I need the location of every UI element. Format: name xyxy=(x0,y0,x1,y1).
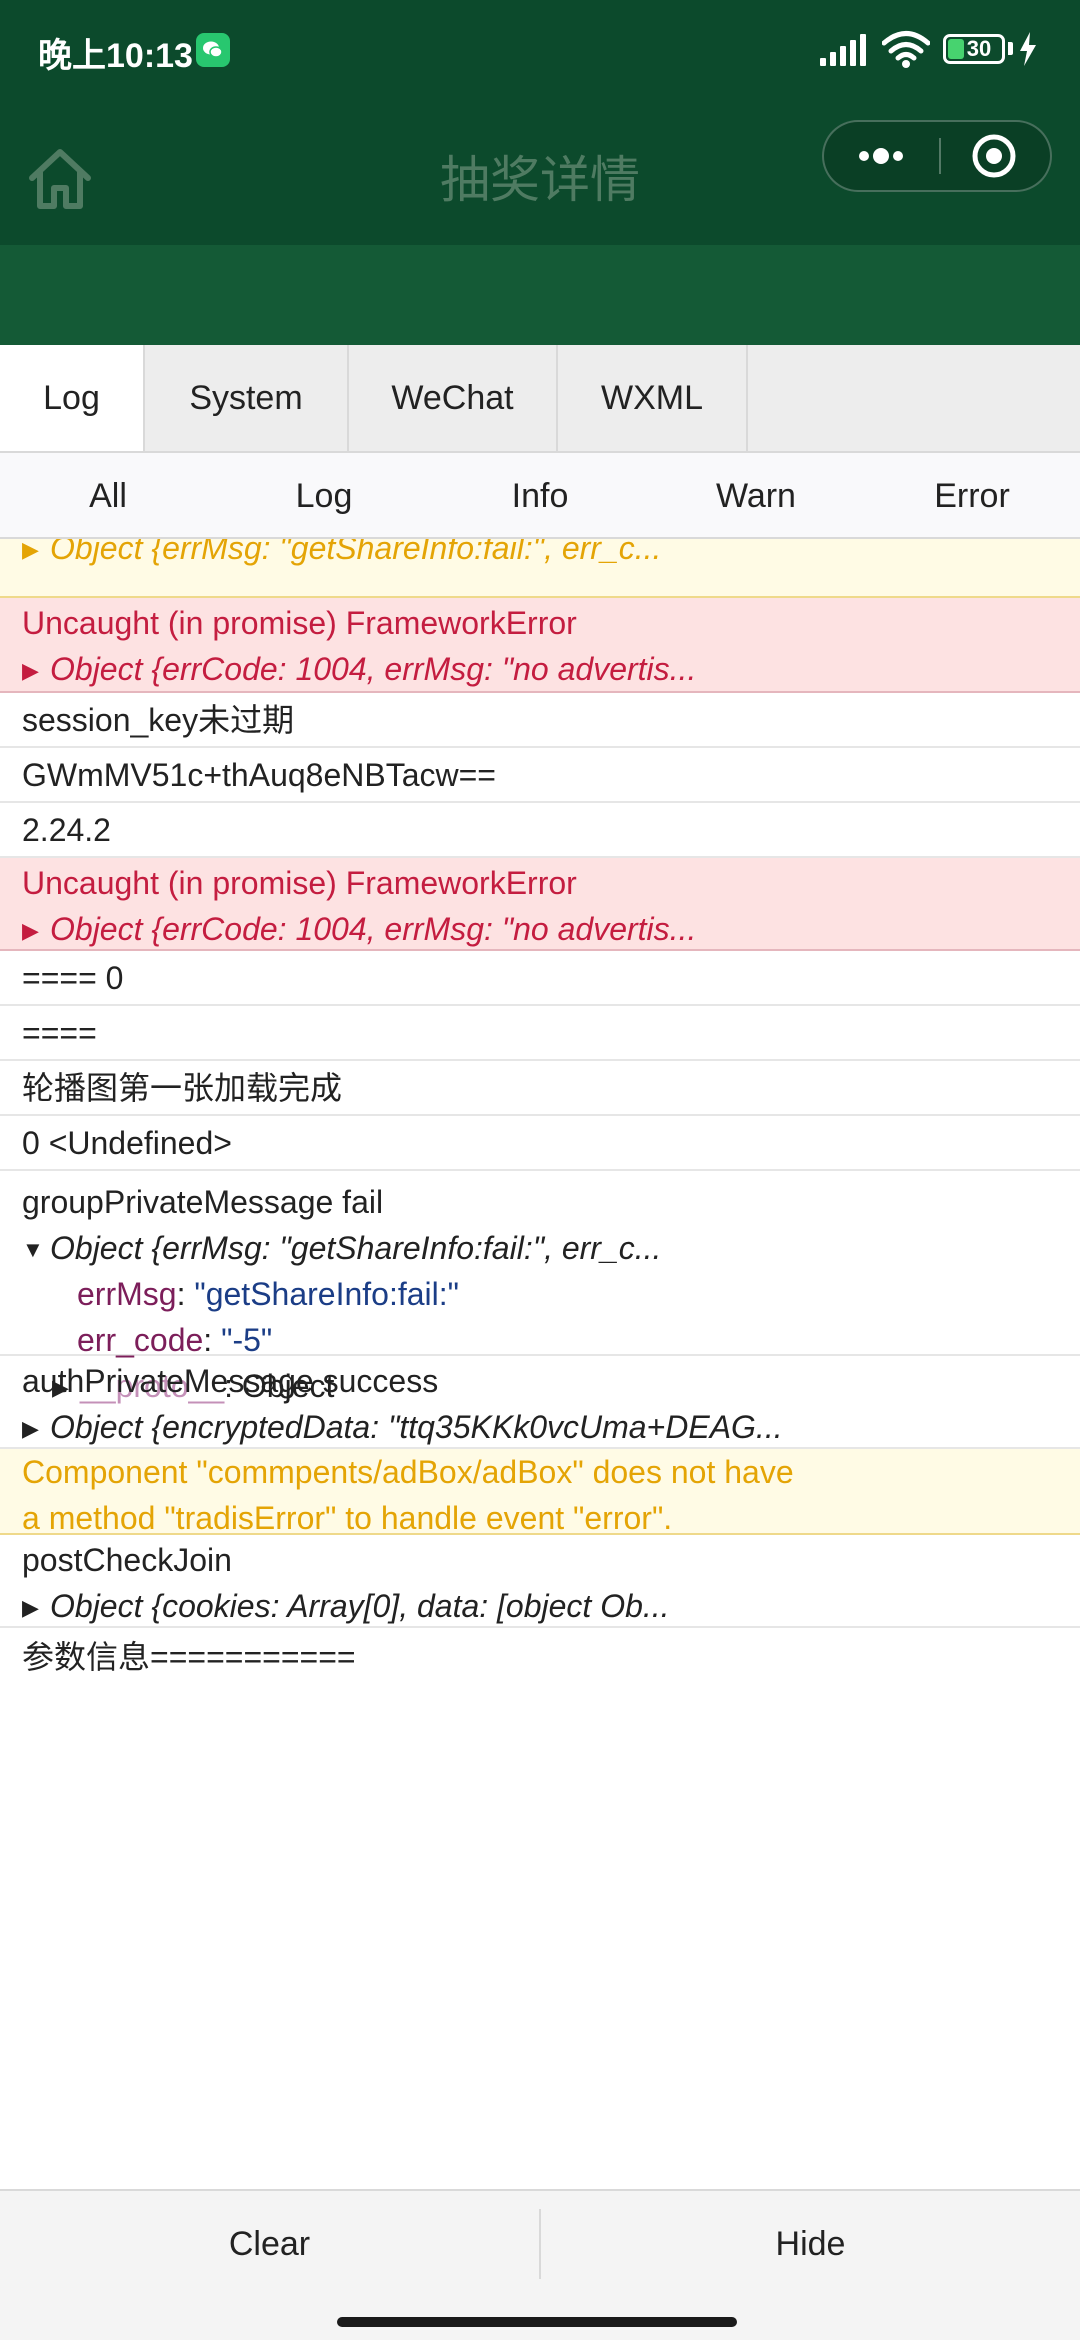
wechat-notification-icon xyxy=(196,33,230,67)
object-property: errMsg: "getShareInfo:fail:" xyxy=(77,1276,459,1312)
charging-bolt-icon xyxy=(1020,32,1036,66)
log-message: Uncaught (in promise) FrameworkError xyxy=(22,605,577,641)
hide-button[interactable]: Hide xyxy=(541,2191,1080,2297)
log-row-warn[interactable]: Component "commpents/adBox/adBox" does n… xyxy=(0,1449,1080,1536)
log-message: ==== xyxy=(22,1015,97,1051)
vconsole-tab-bar: Log System WeChat WXML xyxy=(0,345,1080,453)
battery-level-text: 30 xyxy=(966,36,992,61)
expand-triangle-icon: ▶ xyxy=(22,918,39,943)
cellular-signal-icon xyxy=(820,34,866,66)
log-row[interactable]: 2.24.2 xyxy=(0,803,1080,858)
tab-system[interactable]: System xyxy=(145,345,349,451)
log-message: authPrivateMessage success xyxy=(22,1363,439,1399)
status-time: 晚上10:13 xyxy=(38,37,193,75)
log-object-line[interactable]: ▼ Object {errMsg: "getShareInfo:fail:", e… xyxy=(22,1225,1080,1271)
log-message: postCheckJoin xyxy=(22,1542,232,1578)
expand-triangle-icon: ▶ xyxy=(22,658,39,683)
filter-info[interactable]: Info xyxy=(432,453,648,539)
log-object-line[interactable]: ▶ Object {errCode: 1004, errMsg: "no adve… xyxy=(22,646,1080,692)
log-row[interactable]: 0 <Undefined> xyxy=(0,1116,1080,1171)
log-row[interactable]: 轮播图第一张加载完成 xyxy=(0,1061,1080,1116)
log-message: groupPrivateMessage fail xyxy=(22,1184,384,1220)
header-banner-strip xyxy=(0,245,1080,345)
tab-wechat[interactable]: WeChat xyxy=(349,345,558,451)
capsule-divider xyxy=(939,138,941,174)
tab-wxml[interactable]: WXML xyxy=(558,345,748,451)
log-row[interactable]: authPrivateMessage success ▶ Object {encr… xyxy=(0,1356,1080,1449)
status-bar: 晚上10:13 30 xyxy=(0,0,1080,100)
expand-triangle-icon: ▶ xyxy=(22,1595,39,1620)
log-message: 2.24.2 xyxy=(22,812,111,848)
collapse-triangle-icon: ▼ xyxy=(22,1237,44,1262)
log-row[interactable]: postCheckJoin ▶ Object {cookies: Array[0]… xyxy=(0,1535,1080,1628)
filter-log[interactable]: Log xyxy=(216,453,432,539)
app-header: 晚上10:13 30 抽奖详情 xyxy=(0,0,1080,345)
log-row-error[interactable]: Uncaught (in promise) FrameworkError ▶ Ob… xyxy=(0,858,1080,951)
battery-icon: 30 xyxy=(943,34,1005,64)
vconsole-toolbar: Clear Hide xyxy=(0,2189,1080,2340)
target-circle-icon[interactable] xyxy=(942,122,1052,190)
log-row[interactable]: GWmMV51c+thAuq8eNBTacw== xyxy=(0,748,1080,803)
log-object-line[interactable]: ▶ Object {errMsg: "getShareInfo:fail:", e… xyxy=(22,539,1080,571)
log-row[interactable]: ==== 0 xyxy=(0,951,1080,1006)
more-dots-icon[interactable] xyxy=(824,122,938,190)
tab-log[interactable]: Log xyxy=(0,345,145,451)
log-message: Uncaught (in promise) FrameworkError xyxy=(22,865,577,901)
log-message: Component "commpents/adBox/adBox" does n… xyxy=(22,1454,794,1490)
filter-all[interactable]: All xyxy=(0,453,216,539)
battery-tip xyxy=(1008,42,1013,55)
log-object-line[interactable]: ▶ Object {cookies: Array[0], data: [objec… xyxy=(22,1583,1080,1629)
log-row-warn[interactable]: ▶ Object {errMsg: "getShareInfo:fail:", e… xyxy=(0,539,1080,598)
log-list[interactable]: ▶ Object {errMsg: "getShareInfo:fail:", e… xyxy=(0,539,1080,2189)
expand-triangle-icon: ▶ xyxy=(22,539,39,562)
filter-error[interactable]: Error xyxy=(864,453,1080,539)
log-object-line[interactable]: ▶ Object {errCode: 1004, errMsg: "no adve… xyxy=(22,906,1080,952)
log-message: ==== 0 xyxy=(22,960,124,996)
wifi-icon xyxy=(882,31,930,68)
log-row[interactable]: session_key未过期 xyxy=(0,693,1080,748)
log-filter-bar: All Log Info Warn Error xyxy=(0,453,1080,539)
log-message: 0 <Undefined> xyxy=(22,1125,232,1161)
log-message: GWmMV51c+thAuq8eNBTacw== xyxy=(22,757,496,793)
log-object-line[interactable]: ▶ Object {encryptedData: "ttq35KKk0vcUma+… xyxy=(22,1404,1080,1450)
log-row[interactable]: 参数信息=========== xyxy=(0,1628,1080,1688)
log-message: 轮播图第一张加载完成 xyxy=(22,1070,343,1106)
miniprogram-capsule xyxy=(822,120,1052,192)
clear-button[interactable]: Clear xyxy=(0,2191,539,2297)
log-row-expanded[interactable]: groupPrivateMessage fail ▼ Object {errMsg… xyxy=(0,1171,1080,1404)
home-indicator[interactable] xyxy=(337,2317,737,2327)
expand-triangle-icon: ▶ xyxy=(22,1416,39,1441)
log-row[interactable]: ==== xyxy=(0,1006,1080,1061)
filter-warn[interactable]: Warn xyxy=(648,453,864,539)
log-row-error[interactable]: Uncaught (in promise) FrameworkError ▶ Ob… xyxy=(0,598,1080,693)
log-message: 参数信息=========== xyxy=(22,1639,356,1675)
log-message: session_key未过期 xyxy=(22,702,295,738)
